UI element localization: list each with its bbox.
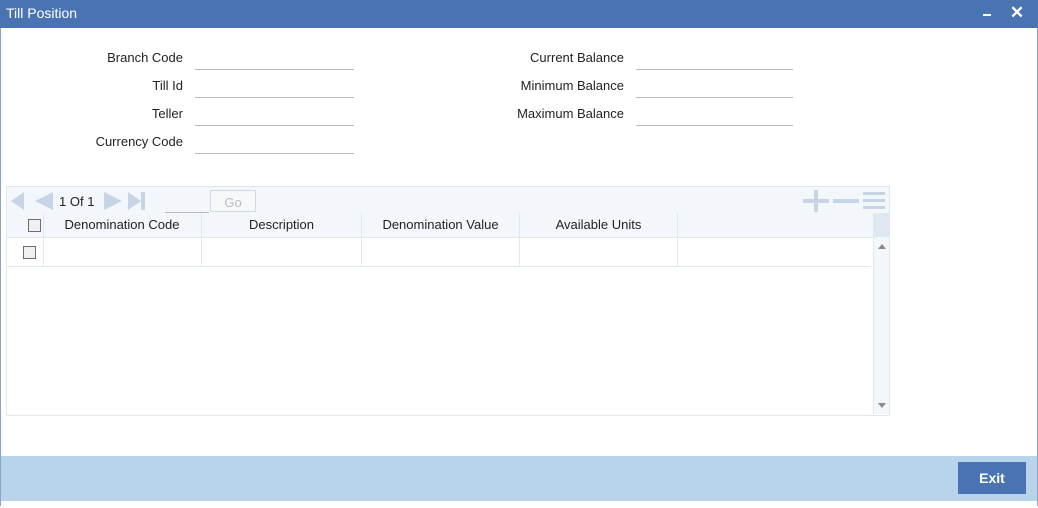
grid-toolbar: 1 Of 1 Go bbox=[7, 187, 889, 213]
header-select-cell bbox=[7, 213, 44, 237]
minimize-icon[interactable] bbox=[976, 2, 998, 24]
row-select-cell bbox=[7, 238, 44, 266]
current-balance-label: Current Balance bbox=[530, 50, 624, 65]
branch-code-field[interactable] bbox=[195, 49, 354, 70]
cell-available-units[interactable] bbox=[520, 238, 678, 266]
minimum-balance-field[interactable] bbox=[636, 77, 793, 98]
scroll-up-icon[interactable] bbox=[878, 244, 886, 249]
exit-button[interactable]: Exit bbox=[958, 462, 1026, 494]
grid-header-row: Denomination Code Description Denominati… bbox=[7, 213, 889, 238]
cell-denomination-value[interactable] bbox=[362, 238, 520, 266]
footer-bar: Exit bbox=[1, 456, 1037, 501]
cell-denomination-code[interactable] bbox=[43, 238, 202, 266]
add-row-icon[interactable] bbox=[803, 190, 829, 212]
page-indicator: 1 Of 1 bbox=[59, 194, 94, 209]
maximum-balance-field[interactable] bbox=[636, 105, 793, 126]
maximum-balance-label: Maximum Balance bbox=[517, 106, 624, 121]
delete-row-icon[interactable] bbox=[833, 190, 859, 210]
column-header-available-units[interactable]: Available Units bbox=[520, 213, 678, 237]
till-id-label: Till Id bbox=[152, 78, 183, 93]
branch-code-label: Branch Code bbox=[107, 50, 183, 65]
column-header-denomination-value[interactable]: Denomination Value bbox=[362, 213, 520, 237]
page-number-input[interactable] bbox=[165, 192, 209, 213]
teller-label: Teller bbox=[151, 106, 183, 121]
till-id-field[interactable] bbox=[195, 77, 354, 98]
denomination-grid: 1 Of 1 Go Denomination Code Description … bbox=[6, 186, 890, 416]
select-all-checkbox[interactable] bbox=[28, 219, 41, 232]
current-balance-field[interactable] bbox=[636, 49, 793, 70]
currency-code-field[interactable] bbox=[195, 133, 354, 154]
window-title: Till Position bbox=[6, 5, 78, 21]
go-button[interactable]: Go bbox=[210, 190, 256, 212]
scrollbar-header bbox=[874, 213, 889, 237]
first-page-icon[interactable] bbox=[11, 192, 24, 210]
title-bar: Till Position ✕ bbox=[0, 0, 1038, 28]
scroll-down-icon[interactable] bbox=[878, 403, 886, 408]
last-page-icon[interactable] bbox=[128, 192, 145, 210]
close-icon[interactable]: ✕ bbox=[1006, 2, 1028, 24]
next-page-icon[interactable] bbox=[104, 192, 122, 210]
column-header-description[interactable]: Description bbox=[202, 213, 362, 237]
grid-scrollbar[interactable] bbox=[873, 213, 889, 414]
minimum-balance-label: Minimum Balance bbox=[520, 78, 624, 93]
table-row bbox=[7, 238, 871, 267]
teller-field[interactable] bbox=[195, 105, 354, 126]
current-page: 1 bbox=[59, 194, 67, 209]
row-checkbox[interactable] bbox=[23, 246, 36, 259]
currency-code-label: Currency Code bbox=[95, 134, 183, 149]
prev-page-icon[interactable] bbox=[35, 192, 53, 210]
single-view-icon[interactable] bbox=[863, 190, 885, 210]
total-pages: 1 bbox=[87, 194, 95, 209]
of-label: Of bbox=[69, 194, 84, 209]
column-header-denomination-code[interactable]: Denomination Code bbox=[43, 213, 202, 237]
cell-description[interactable] bbox=[202, 238, 362, 266]
